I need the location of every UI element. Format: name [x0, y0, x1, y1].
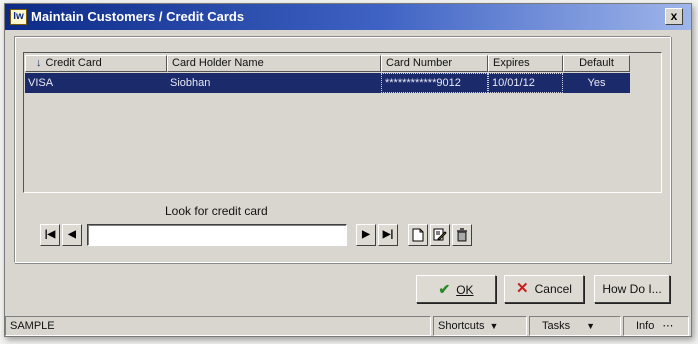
cell-default[interactable]: Yes — [563, 73, 630, 93]
first-icon: |◀ — [44, 229, 56, 240]
cell-card-number[interactable]: ************9012 — [381, 73, 488, 93]
previous-icon: ◀ — [68, 229, 76, 240]
cell-expires[interactable]: 10/01/12 — [488, 73, 563, 93]
window-title: Maintain Customers / Credit Cards — [31, 9, 245, 24]
delete-record-button[interactable] — [452, 224, 472, 246]
search-input[interactable] — [87, 224, 347, 246]
info-label: Info — [636, 320, 655, 332]
tasks-label: Tasks — [542, 320, 571, 332]
cell-card-holder-name[interactable]: Siobhan — [167, 73, 381, 93]
sort-arrow-icon: ↓ — [36, 57, 42, 69]
trash-icon — [457, 228, 467, 242]
column-header-card-number[interactable]: Card Number — [381, 55, 488, 72]
ok-button[interactable]: ✔ OK — [416, 275, 496, 303]
cancel-button[interactable]: ✕ Cancel — [504, 275, 584, 303]
last-record-button[interactable]: ▶| — [378, 224, 398, 246]
search-label: Look for credit card — [165, 204, 268, 218]
column-header-credit-card-label: Credit Card — [45, 57, 102, 69]
tasks-menu[interactable]: Tasks ▼ — [529, 316, 621, 336]
shortcuts-label: Shortcuts — [438, 320, 485, 332]
credit-card-table[interactable]: ↓ Credit Card Card Holder Name Card Numbe… — [23, 52, 662, 193]
more-icon: ⋯ — [662, 320, 674, 332]
close-button[interactable]: x — [665, 8, 683, 25]
status-company: SAMPLE — [5, 316, 431, 336]
status-bar: SAMPLE Shortcuts ▼ Tasks ▼ Info ⋯ — [5, 316, 691, 336]
cancel-x-icon: ✕ — [516, 280, 529, 297]
previous-record-button[interactable]: ◀ — [62, 224, 82, 246]
how-do-i-button[interactable]: How Do I... — [594, 275, 670, 303]
column-header-expires[interactable]: Expires — [488, 55, 563, 72]
first-record-button[interactable]: |◀ — [40, 224, 60, 246]
cancel-label: Cancel — [534, 282, 572, 296]
new-document-icon — [412, 228, 424, 242]
column-header-card-holder-name[interactable]: Card Holder Name — [167, 55, 381, 72]
next-record-button[interactable]: ▶ — [356, 224, 376, 246]
ok-label: OK — [456, 283, 474, 297]
info-menu[interactable]: Info ⋯ — [623, 316, 689, 336]
shortcuts-menu[interactable]: Shortcuts ▼ — [433, 316, 527, 336]
edit-icon — [433, 228, 447, 241]
last-icon: ▶| — [382, 229, 394, 240]
title-bar[interactable]: Iw Maintain Customers / Credit Cards x — [5, 4, 691, 30]
new-record-button[interactable] — [408, 224, 428, 246]
column-header-credit-card[interactable]: ↓ Credit Card — [25, 55, 167, 72]
cell-credit-card[interactable]: VISA — [25, 73, 167, 93]
checkmark-icon: ✔ — [438, 281, 451, 297]
next-icon: ▶ — [362, 229, 370, 240]
edit-record-button[interactable] — [430, 224, 450, 246]
column-header-default[interactable]: Default — [563, 55, 630, 72]
chevron-down-icon: ▼ — [586, 321, 596, 331]
app-icon: Iw — [10, 9, 27, 25]
chevron-down-icon: ▼ — [489, 321, 499, 331]
